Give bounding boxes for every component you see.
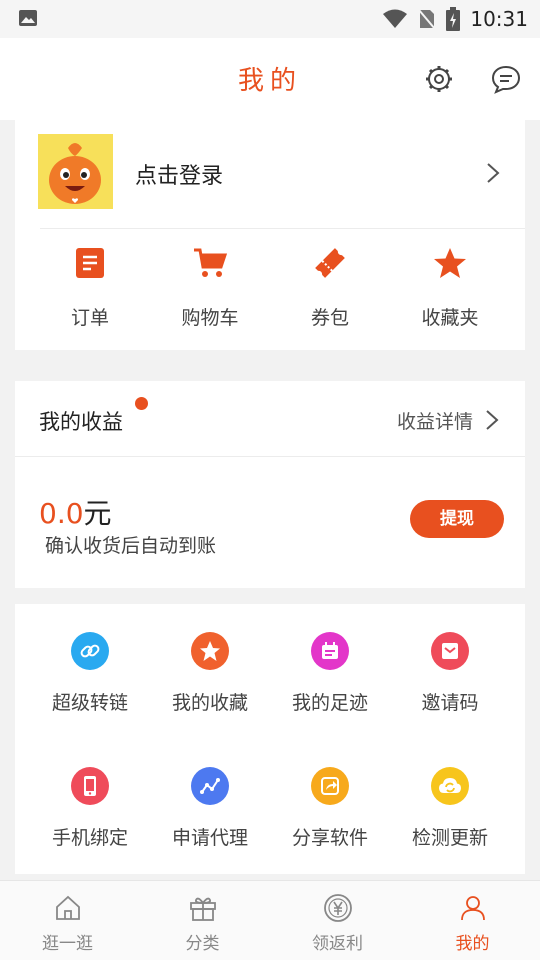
tab-label: 领返利	[312, 934, 363, 954]
tool-icon-bg	[311, 632, 349, 670]
quick-link-label: 订单	[70, 307, 109, 329]
bottom-tab-bar: 逛一逛 分类 领返利 我的	[0, 880, 540, 960]
phone-icon	[84, 776, 96, 796]
chevron-right-icon[interactable]	[486, 162, 500, 184]
gift-icon	[189, 897, 216, 921]
tools-card: 超级转链 我的收藏 我的足迹 邀请码 手机绑定 申请代理 分享软件 检测更新	[15, 604, 525, 874]
tool-label: 超级转链	[51, 692, 128, 714]
earnings-title: 我的收益	[39, 410, 123, 434]
status-bar: 10:31	[0, 0, 540, 38]
yuan-coin-icon	[323, 894, 352, 922]
gear-icon	[426, 66, 452, 92]
tool-invite-code[interactable]: 邀请码	[390, 632, 510, 767]
quick-link-coupons[interactable]: 券包	[270, 245, 390, 330]
tab-label: 我的	[455, 934, 490, 954]
star-icon	[200, 641, 220, 661]
withdraw-button[interactable]: 提现	[410, 500, 504, 538]
link-icon	[80, 644, 100, 658]
login-link[interactable]: 点击登录	[135, 158, 223, 190]
mascot-avatar-icon	[38, 134, 113, 209]
tool-label: 分享软件	[291, 827, 368, 849]
page-title: 我的	[237, 66, 302, 96]
quick-link-cart[interactable]: 购物车	[150, 245, 270, 330]
tab-label: 分类	[185, 934, 220, 954]
tool-label: 手机绑定	[51, 827, 128, 849]
cloud-refresh-icon	[439, 778, 461, 793]
tools-grid: 超级转链 我的收藏 我的足迹 邀请码 手机绑定 申请代理 分享软件 检测更新	[30, 632, 510, 902]
home-icon	[55, 895, 80, 920]
tab-label: 逛一逛	[42, 934, 93, 954]
quick-link-orders[interactable]: 订单	[30, 245, 150, 330]
chat-bubble-icon	[491, 65, 521, 94]
divider	[15, 456, 525, 457]
tool-icon-bg	[71, 632, 109, 670]
tool-my-favorites[interactable]: 我的收藏	[150, 632, 270, 767]
image-notification-icon	[19, 10, 37, 26]
app-header: 我的	[0, 38, 540, 120]
tool-icon-bg	[191, 767, 229, 805]
earnings-detail-link[interactable]: 收益详情	[397, 407, 473, 434]
tool-my-footprints[interactable]: 我的足迹	[270, 632, 390, 767]
shopping-cart-icon	[194, 248, 227, 277]
no-sim-icon	[418, 9, 437, 30]
tool-label: 邀请码	[421, 692, 479, 714]
tool-icon-bg	[311, 767, 349, 805]
quick-link-favorites[interactable]: 收藏夹	[390, 245, 510, 330]
coupon-icon	[315, 248, 345, 278]
earnings-amount: 0.0元	[39, 492, 112, 532]
status-time: 10:31	[470, 7, 528, 31]
earnings-amount-unit: 元	[83, 497, 112, 530]
tool-label: 申请代理	[171, 827, 248, 849]
quick-link-label: 购物车	[181, 307, 239, 329]
tab-category[interactable]: 分类	[135, 881, 270, 960]
tool-super-link[interactable]: 超级转链	[30, 632, 150, 767]
order-list-icon	[76, 248, 104, 278]
quick-link-label: 收藏夹	[421, 307, 479, 329]
tab-mine[interactable]: 我的	[405, 881, 540, 960]
notification-dot	[135, 397, 148, 410]
settings-button[interactable]	[422, 62, 456, 96]
wifi-icon	[383, 9, 408, 28]
avatar[interactable]	[38, 134, 113, 209]
chevron-right-icon[interactable]	[485, 409, 499, 431]
earnings-card: 我的收益 收益详情 0.0元 确认收货后自动到账 提现	[15, 381, 525, 588]
profile-card: 点击登录 订单 购物车 券包 收藏夹	[15, 120, 525, 350]
tool-icon-bg	[191, 632, 229, 670]
tool-icon-bg	[71, 767, 109, 805]
quick-link-label: 券包	[310, 307, 349, 329]
tool-label: 检测更新	[411, 827, 488, 849]
calendar-icon	[322, 642, 338, 659]
messages-button[interactable]	[489, 62, 523, 96]
envelope-icon	[442, 643, 458, 659]
quick-links: 订单 购物车 券包 收藏夹	[30, 245, 510, 330]
tool-label: 我的足迹	[291, 692, 368, 714]
tab-browse[interactable]: 逛一逛	[0, 881, 135, 960]
earnings-note: 确认收货后自动到账	[45, 535, 217, 557]
tab-rebate[interactable]: 领返利	[270, 881, 405, 960]
tool-icon-bg	[431, 767, 469, 805]
earnings-amount-value: 0.0	[39, 497, 84, 530]
divider	[40, 228, 525, 229]
chart-line-icon	[200, 778, 220, 794]
tool-icon-bg	[431, 632, 469, 670]
user-icon	[460, 896, 485, 921]
tool-label: 我的收藏	[171, 692, 248, 714]
share-icon	[321, 777, 339, 795]
battery-charging-icon	[446, 7, 461, 31]
star-icon	[434, 248, 466, 278]
